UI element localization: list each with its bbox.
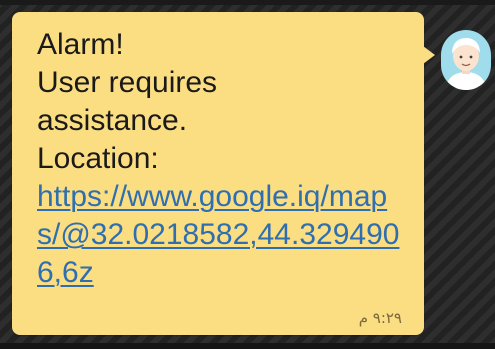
message-text: Alarm! User requires assistance. Locatio… xyxy=(37,28,218,175)
top-edge xyxy=(0,0,495,5)
person-avatar-icon xyxy=(445,38,487,90)
message-bubble[interactable]: Alarm! User requires assistance. Locatio… xyxy=(12,12,424,335)
location-link[interactable]: https://www.google.iq/maps/@32.0218582,4… xyxy=(37,180,399,289)
message-link-wrap: https://www.google.iq/maps/@32.0218582,4… xyxy=(37,178,405,292)
bottom-edge xyxy=(0,343,495,349)
bubble-tail xyxy=(423,46,435,64)
contact-avatar[interactable] xyxy=(441,30,491,90)
message-timestamp: ٩:٢٩ م xyxy=(358,309,402,327)
